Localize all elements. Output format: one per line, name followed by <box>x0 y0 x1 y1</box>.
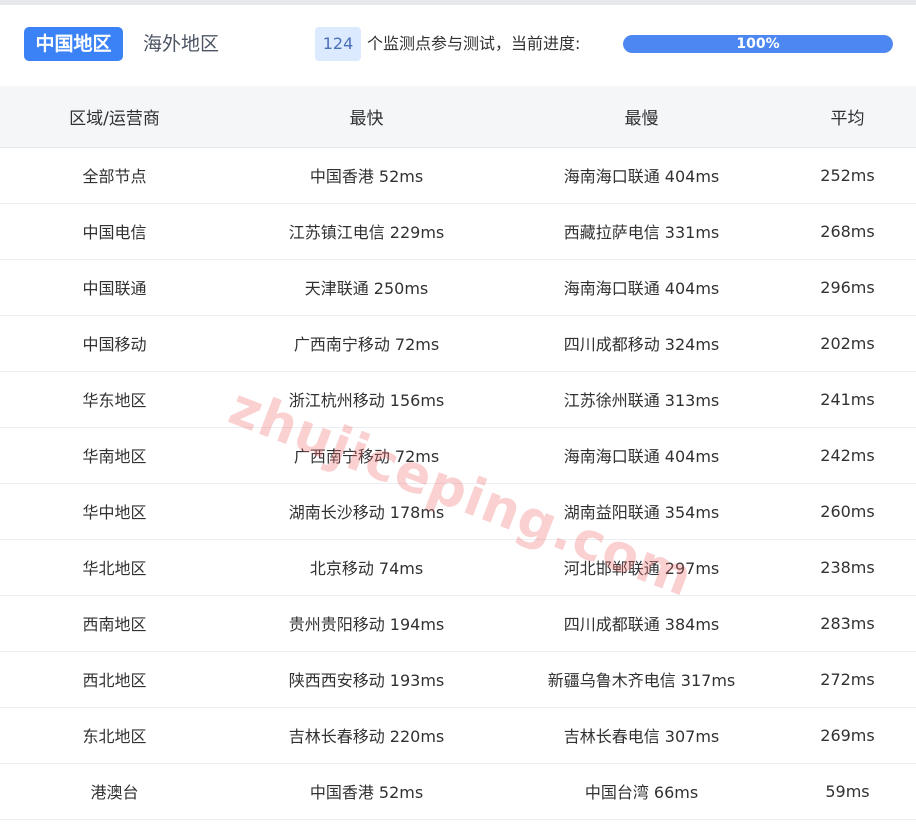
table-row: 西南地区 贵州贵阳移动 194ms 四川成都联通 384ms 283ms <box>0 595 916 652</box>
progress-label: 100% <box>736 36 780 52</box>
header-row: 区域/运营商 最快 最慢 平均 <box>0 86 916 148</box>
average-cell: 260ms <box>779 483 916 540</box>
fastest-cell: 广西南宁移动 72ms <box>229 427 504 484</box>
column-header-average: 平均 <box>779 86 916 148</box>
fastest-cell: 中国香港 52ms <box>229 147 504 204</box>
table-header: 区域/运营商 最快 最慢 平均 <box>0 86 916 148</box>
fastest-cell: 贵州贵阳移动 194ms <box>229 595 504 652</box>
table-row: 华中地区 湖南长沙移动 178ms 湖南益阳联通 354ms 260ms <box>0 483 916 540</box>
slowest-cell: 新疆乌鲁木齐电信 317ms <box>504 651 779 708</box>
table-row: 华北地区 北京移动 74ms 河北邯郸联通 297ms 238ms <box>0 539 916 596</box>
slowest-cell: 中国台湾 66ms <box>504 763 779 820</box>
slowest-cell: 河北邯郸联通 297ms <box>504 539 779 596</box>
table-row: 华东地区 浙江杭州移动 156ms 江苏徐州联通 313ms 241ms <box>0 371 916 428</box>
fastest-cell: 广西南宁移动 72ms <box>229 315 504 372</box>
average-cell: 59ms <box>779 763 916 820</box>
slowest-cell: 湖南益阳联通 354ms <box>504 483 779 540</box>
table-row: 港澳台 中国香港 52ms 中国台湾 66ms 59ms <box>0 763 916 820</box>
fastest-cell: 天津联通 250ms <box>229 259 504 316</box>
table-row: 全部节点 中国香港 52ms 海南海口联通 404ms 252ms <box>0 147 916 204</box>
table-row: 中国联通 天津联通 250ms 海南海口联通 404ms 296ms <box>0 259 916 316</box>
slowest-cell: 海南海口联通 404ms <box>504 147 779 204</box>
average-cell: 269ms <box>779 707 916 764</box>
column-header-fastest: 最快 <box>229 86 504 148</box>
fastest-cell: 北京移动 74ms <box>229 539 504 596</box>
progress-bar: 100% <box>623 35 893 53</box>
region-cell: 港澳台 <box>0 763 229 820</box>
slowest-cell: 西藏拉萨电信 331ms <box>504 203 779 260</box>
average-cell: 272ms <box>779 651 916 708</box>
region-header: 中国地区 海外地区 124 个监测点参与测试，当前进度: 100% <box>0 5 916 86</box>
slowest-cell: 江苏徐州联通 313ms <box>504 371 779 428</box>
average-cell: 252ms <box>779 147 916 204</box>
region-cell: 全部节点 <box>0 147 229 204</box>
average-cell: 296ms <box>779 259 916 316</box>
region-cell: 东北地区 <box>0 707 229 764</box>
table-row: 中国移动 广西南宁移动 72ms 四川成都移动 324ms 202ms <box>0 315 916 372</box>
tab-china[interactable]: 中国地区 <box>24 27 123 61</box>
table-row: 东北地区 吉林长春移动 220ms 吉林长春电信 307ms 269ms <box>0 707 916 764</box>
slowest-cell: 四川成都联通 384ms <box>504 595 779 652</box>
fastest-cell: 吉林长春移动 220ms <box>229 707 504 764</box>
table-row: 西北地区 陕西西安移动 193ms 新疆乌鲁木齐电信 317ms 272ms <box>0 651 916 708</box>
column-header-region: 区域/运营商 <box>0 86 229 148</box>
latency-table: 区域/运营商 最快 最慢 平均 全部节点 中国香港 52ms 海南海口联通 404m… <box>0 86 916 820</box>
fastest-cell: 江苏镇江电信 229ms <box>229 203 504 260</box>
table-row: 华南地区 广西南宁移动 72ms 海南海口联通 404ms 242ms <box>0 427 916 484</box>
fastest-cell: 陕西西安移动 193ms <box>229 651 504 708</box>
monitor-count-text: 个监测点参与测试，当前进度: <box>367 34 581 53</box>
monitor-count-badge: 124 <box>315 27 361 61</box>
slowest-cell: 海南海口联通 404ms <box>504 427 779 484</box>
column-header-slowest: 最慢 <box>504 86 779 148</box>
region-cell: 华东地区 <box>0 371 229 428</box>
region-cell: 华中地区 <box>0 483 229 540</box>
slowest-cell: 海南海口联通 404ms <box>504 259 779 316</box>
average-cell: 238ms <box>779 539 916 596</box>
average-cell: 283ms <box>779 595 916 652</box>
fastest-cell: 浙江杭州移动 156ms <box>229 371 504 428</box>
region-cell: 中国电信 <box>0 203 229 260</box>
region-cell: 华北地区 <box>0 539 229 596</box>
table-row: 中国电信 江苏镇江电信 229ms 西藏拉萨电信 331ms 268ms <box>0 203 916 260</box>
fastest-cell: 湖南长沙移动 178ms <box>229 483 504 540</box>
region-cell: 华南地区 <box>0 427 229 484</box>
average-cell: 242ms <box>779 427 916 484</box>
region-cell: 西南地区 <box>0 595 229 652</box>
fastest-cell: 中国香港 52ms <box>229 763 504 820</box>
region-cell: 中国联通 <box>0 259 229 316</box>
slowest-cell: 吉林长春电信 307ms <box>504 707 779 764</box>
table-body: 全部节点 中国香港 52ms 海南海口联通 404ms 252ms 中国电信 江苏镇江电信… <box>0 147 916 820</box>
average-cell: 202ms <box>779 315 916 372</box>
region-cell: 中国移动 <box>0 315 229 372</box>
tab-overseas[interactable]: 海外地区 <box>143 27 219 61</box>
region-cell: 西北地区 <box>0 651 229 708</box>
slowest-cell: 四川成都移动 324ms <box>504 315 779 372</box>
average-cell: 268ms <box>779 203 916 260</box>
average-cell: 241ms <box>779 371 916 428</box>
